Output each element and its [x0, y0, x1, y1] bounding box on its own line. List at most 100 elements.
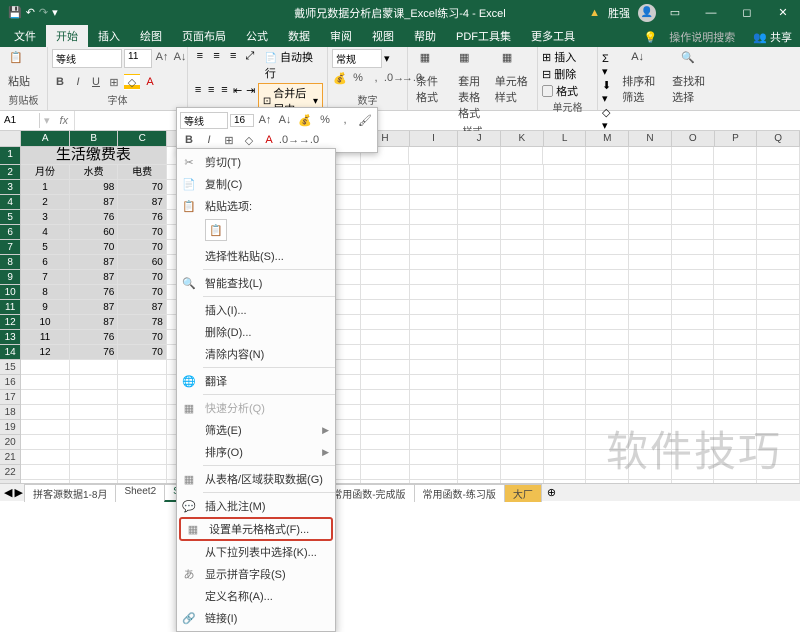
cell[interactable] [757, 255, 800, 270]
cell[interactable] [544, 285, 587, 300]
shrink-font-icon[interactable]: A↓ [172, 49, 188, 65]
cell[interactable] [410, 240, 459, 255]
cell[interactable] [501, 285, 544, 300]
cell[interactable] [757, 450, 800, 465]
fill-button[interactable]: ⬇ ▾ [602, 79, 614, 105]
cell[interactable] [21, 390, 70, 405]
cell[interactable] [629, 225, 672, 240]
cell[interactable] [629, 240, 672, 255]
paste-option-icon[interactable]: 📋 [205, 219, 227, 241]
cell[interactable] [757, 420, 800, 435]
border-button[interactable]: ⊞ [106, 74, 122, 90]
cell[interactable] [544, 315, 587, 330]
cell[interactable] [501, 345, 544, 360]
cell[interactable] [410, 450, 459, 465]
cell[interactable] [458, 360, 501, 375]
cell[interactable] [361, 210, 410, 225]
cell[interactable] [544, 195, 587, 210]
cell[interactable] [714, 165, 757, 180]
cell[interactable] [361, 195, 410, 210]
cm-link[interactable]: 🔗链接(I) [177, 607, 335, 629]
cell[interactable]: 8 [21, 285, 70, 300]
cell[interactable]: 70 [118, 345, 167, 360]
cm-filter[interactable]: 筛选(E)▶ [177, 419, 335, 441]
cell[interactable] [409, 147, 458, 165]
cell[interactable] [757, 390, 800, 405]
cell[interactable] [361, 435, 410, 450]
cell[interactable] [70, 360, 119, 375]
cell[interactable] [714, 360, 757, 375]
cell[interactable] [757, 360, 800, 375]
mt-bold-button[interactable]: B [180, 131, 198, 149]
cell[interactable] [410, 210, 459, 225]
cell[interactable] [118, 360, 167, 375]
cell[interactable] [118, 390, 167, 405]
format-cells-button[interactable]: ▢ 格式 [542, 83, 578, 99]
cell[interactable] [672, 285, 715, 300]
cell[interactable]: 7 [21, 270, 70, 285]
cell[interactable] [70, 420, 119, 435]
cell[interactable] [501, 330, 544, 345]
cell[interactable] [714, 255, 757, 270]
cell[interactable]: 1 [21, 180, 70, 195]
cell[interactable] [501, 390, 544, 405]
mt-percent-icon[interactable]: % [316, 111, 334, 129]
cell[interactable] [544, 345, 587, 360]
cell[interactable] [361, 225, 410, 240]
cell[interactable]: 3 [21, 210, 70, 225]
cell[interactable] [672, 435, 715, 450]
cell[interactable] [714, 195, 757, 210]
cell[interactable] [544, 165, 587, 180]
wrap-text-button[interactable]: 📄 自动换行 [265, 49, 323, 81]
row-header[interactable]: 3 [0, 180, 21, 195]
cell[interactable] [714, 240, 757, 255]
cell[interactable]: 87 [70, 195, 119, 210]
ribbon-tab[interactable]: 帮助 [404, 25, 446, 47]
cell[interactable] [501, 360, 544, 375]
cm-sort[interactable]: 排序(O)▶ [177, 441, 335, 463]
cell[interactable]: 月份 [21, 165, 70, 180]
align-middle-icon[interactable]: ≡ [209, 49, 225, 63]
cell[interactable] [21, 405, 70, 420]
cell[interactable] [501, 270, 544, 285]
cell[interactable] [501, 315, 544, 330]
cell[interactable]: 87 [70, 300, 119, 315]
cell[interactable] [714, 345, 757, 360]
cell-styles-button[interactable]: ▦单元格样式 [491, 49, 533, 107]
cell[interactable] [361, 375, 410, 390]
cell[interactable] [410, 300, 459, 315]
row-header[interactable]: 17 [0, 390, 21, 405]
undo-icon[interactable]: ↶ [26, 6, 35, 19]
redo-icon[interactable]: ↷ [39, 6, 48, 19]
cell[interactable] [118, 465, 167, 480]
align-center-icon[interactable]: ≡ [205, 83, 217, 97]
cell[interactable] [629, 360, 672, 375]
row-header[interactable]: 21 [0, 450, 21, 465]
cell[interactable] [361, 450, 410, 465]
cell[interactable]: 87 [70, 270, 119, 285]
row-header[interactable]: 13 [0, 330, 21, 345]
mt-border-button[interactable]: ⊞ [220, 131, 238, 149]
mt-grow-font-icon[interactable]: A↑ [256, 111, 274, 129]
row-header[interactable]: 15 [0, 360, 21, 375]
cell[interactable] [361, 255, 410, 270]
number-format-select[interactable]: 常规 [332, 49, 382, 68]
cell[interactable] [714, 285, 757, 300]
cell[interactable] [757, 285, 800, 300]
cell[interactable] [672, 450, 715, 465]
cell[interactable] [501, 375, 544, 390]
cell[interactable] [501, 165, 544, 180]
cell[interactable] [458, 180, 501, 195]
mt-accounting-icon[interactable]: 💰 [296, 111, 314, 129]
cell[interactable] [410, 315, 459, 330]
cell[interactable] [586, 420, 629, 435]
cell[interactable] [672, 255, 715, 270]
cell[interactable] [21, 420, 70, 435]
ribbon-tab[interactable]: 数据 [278, 25, 320, 47]
cell[interactable] [410, 255, 459, 270]
cell[interactable] [501, 180, 544, 195]
cell[interactable] [629, 345, 672, 360]
cell[interactable] [629, 450, 672, 465]
tab-prev-icon[interactable]: ◀ [4, 486, 12, 499]
maximize-button[interactable]: ◻ [730, 0, 764, 25]
